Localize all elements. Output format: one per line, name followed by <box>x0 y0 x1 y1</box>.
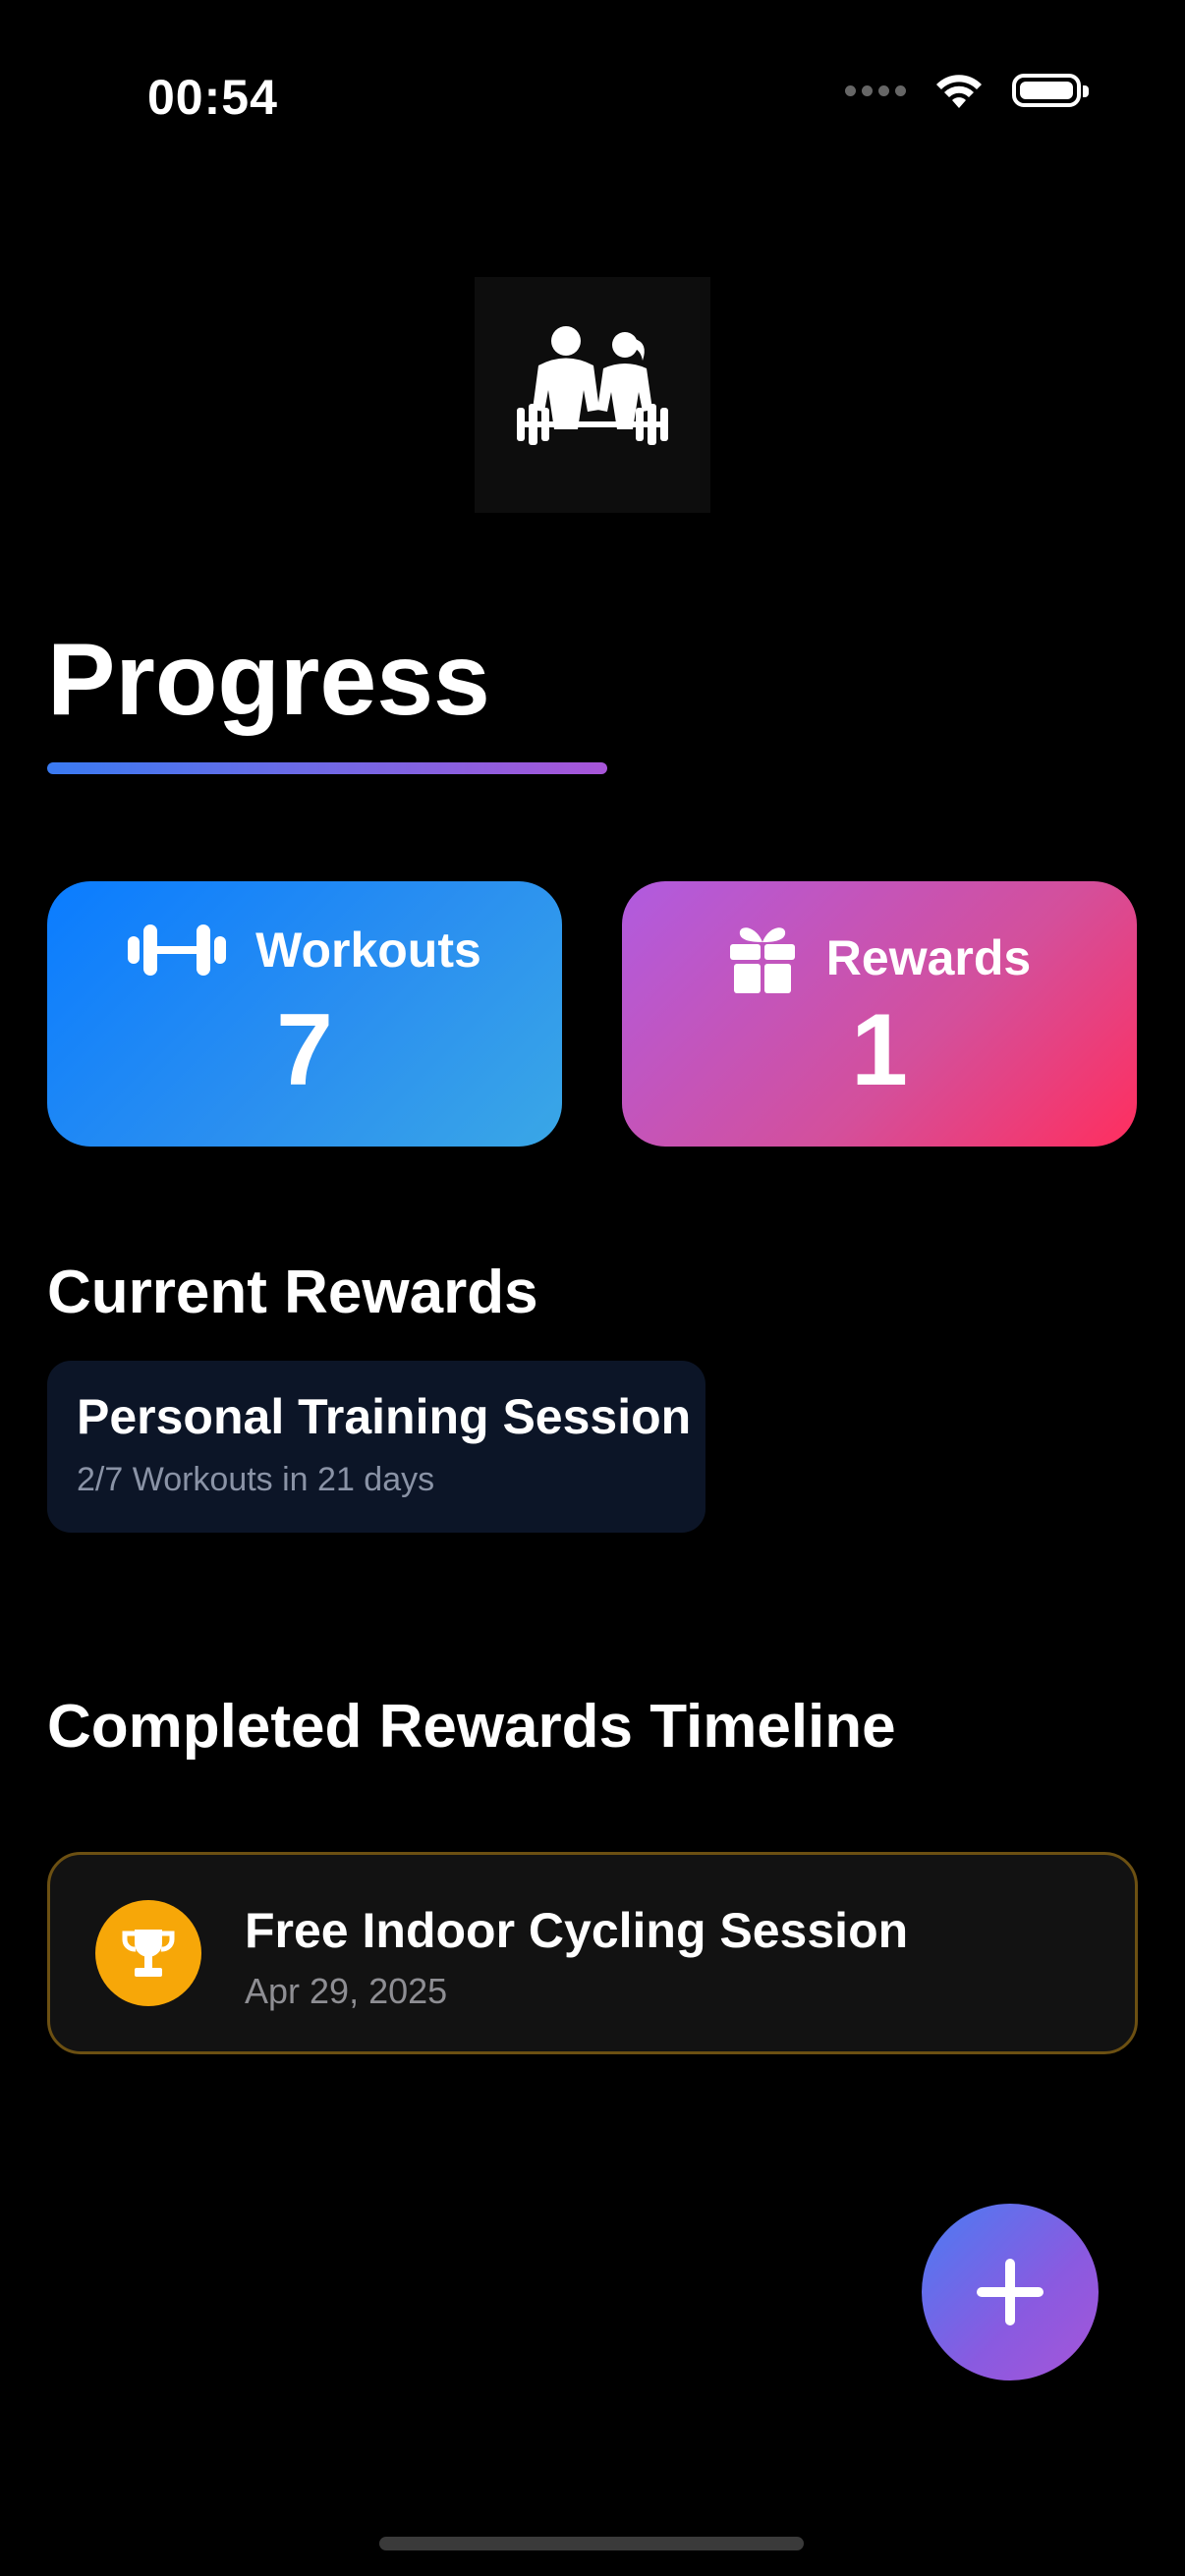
trophy-icon <box>122 1930 175 1977</box>
signal-dots-icon <box>845 84 906 96</box>
trophy-badge <box>95 1900 201 2006</box>
workouts-label: Workouts <box>255 923 481 978</box>
title-underline <box>47 762 607 774</box>
rewards-count: 1 <box>851 993 908 1107</box>
page-title: Progress <box>47 623 490 737</box>
current-reward-card[interactable]: Personal Training Session 2/7 Workouts i… <box>47 1361 705 1533</box>
gift-icon <box>729 927 795 993</box>
completed-reward-title: Free Indoor Cycling Session <box>245 1903 909 1958</box>
workouts-stat-card[interactable]: Workouts 7 <box>47 881 562 1147</box>
add-button[interactable] <box>922 2204 1099 2380</box>
fitness-couple-logo <box>475 277 710 513</box>
status-icons <box>845 71 1089 110</box>
completed-reward-date: Apr 29, 2025 <box>245 1971 448 2011</box>
workouts-count: 7 <box>276 993 333 1107</box>
rewards-label: Rewards <box>825 930 1032 985</box>
dumbbell-icon <box>128 924 227 976</box>
battery-icon <box>1012 74 1089 107</box>
current-rewards-header: Current Rewards <box>47 1259 538 1326</box>
completed-reward-item[interactable]: Free Indoor Cycling Session Apr 29, 2025 <box>47 1852 1138 2054</box>
plus-icon <box>977 2259 1044 2325</box>
rewards-stat-card[interactable]: Rewards 1 <box>622 881 1137 1147</box>
status-time: 00:54 <box>147 70 278 125</box>
wifi-icon <box>936 75 982 108</box>
current-reward-title: Personal Training Session <box>77 1389 692 1444</box>
home-indicator[interactable] <box>379 2537 804 2550</box>
current-reward-progress: 2/7 Workouts in 21 days <box>77 1461 435 1498</box>
completed-rewards-header: Completed Rewards Timeline <box>47 1693 896 1761</box>
